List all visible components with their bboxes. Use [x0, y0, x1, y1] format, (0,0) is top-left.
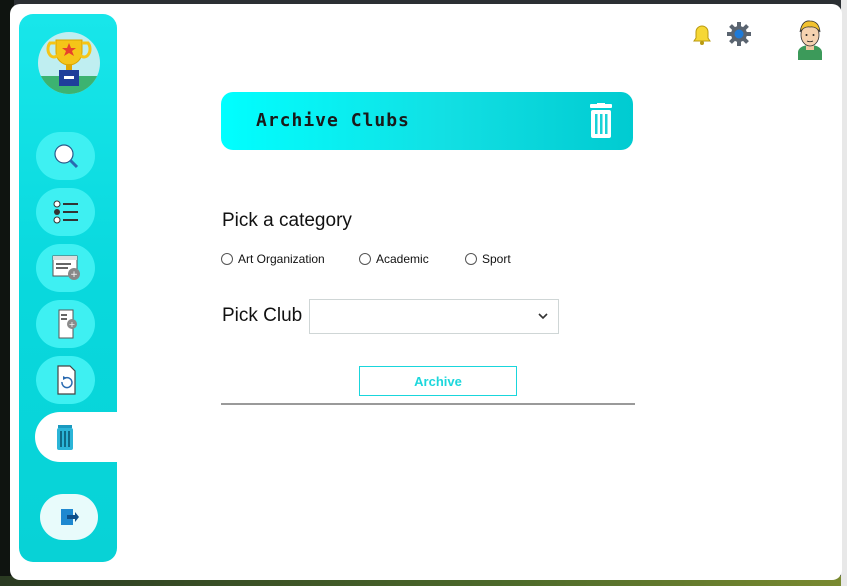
user-avatar[interactable]: [796, 18, 824, 60]
page-header-card: Archive Clubs: [221, 92, 633, 150]
category-radio-sport[interactable]: Sport: [465, 252, 511, 266]
gear-icon[interactable]: [726, 21, 752, 47]
logout-icon: [61, 509, 79, 525]
club-label: Pick Club: [222, 305, 303, 326]
sidebar-item-list[interactable]: [36, 188, 95, 236]
divider: [221, 403, 635, 405]
category-label: Pick a category: [222, 210, 352, 231]
add-form-icon: +: [52, 255, 80, 280]
app-window: [10, 4, 842, 580]
trophy-icon: [46, 39, 92, 86]
trophy-logo: [38, 32, 100, 94]
category-radio-art-organization[interactable]: Art Organization: [221, 252, 325, 266]
radio-label: Sport: [482, 252, 511, 266]
svg-text:+: +: [68, 320, 75, 329]
bell-icon[interactable]: [692, 24, 712, 46]
archive-button[interactable]: Archive: [359, 366, 517, 396]
sidebar-item-search[interactable]: [36, 132, 95, 180]
list-icon: [53, 200, 78, 224]
add-document-icon: +: [58, 309, 77, 339]
page-title: Archive Clubs: [256, 110, 410, 131]
radio-button[interactable]: [221, 253, 233, 265]
category-radio-academic[interactable]: Academic: [359, 252, 429, 266]
club-select[interactable]: [309, 299, 559, 334]
radio-button[interactable]: [465, 253, 477, 265]
sidebar-item-refresh-document[interactable]: [36, 356, 95, 404]
radio-button[interactable]: [359, 253, 371, 265]
logout-button[interactable]: [40, 494, 98, 540]
radio-label: Art Organization: [238, 252, 325, 266]
svg-text:+: +: [70, 270, 78, 280]
chevron-down-icon: [538, 313, 548, 320]
sidebar-item-archive[interactable]: [35, 412, 127, 462]
search-icon: [53, 144, 78, 169]
trash-icon: [590, 103, 612, 138]
trash-icon: [56, 425, 73, 450]
refresh-document-icon: [56, 365, 76, 395]
sidebar-item-add-document[interactable]: +: [36, 300, 95, 348]
sidebar-item-add-form[interactable]: +: [36, 244, 95, 292]
radio-label: Academic: [376, 252, 429, 266]
